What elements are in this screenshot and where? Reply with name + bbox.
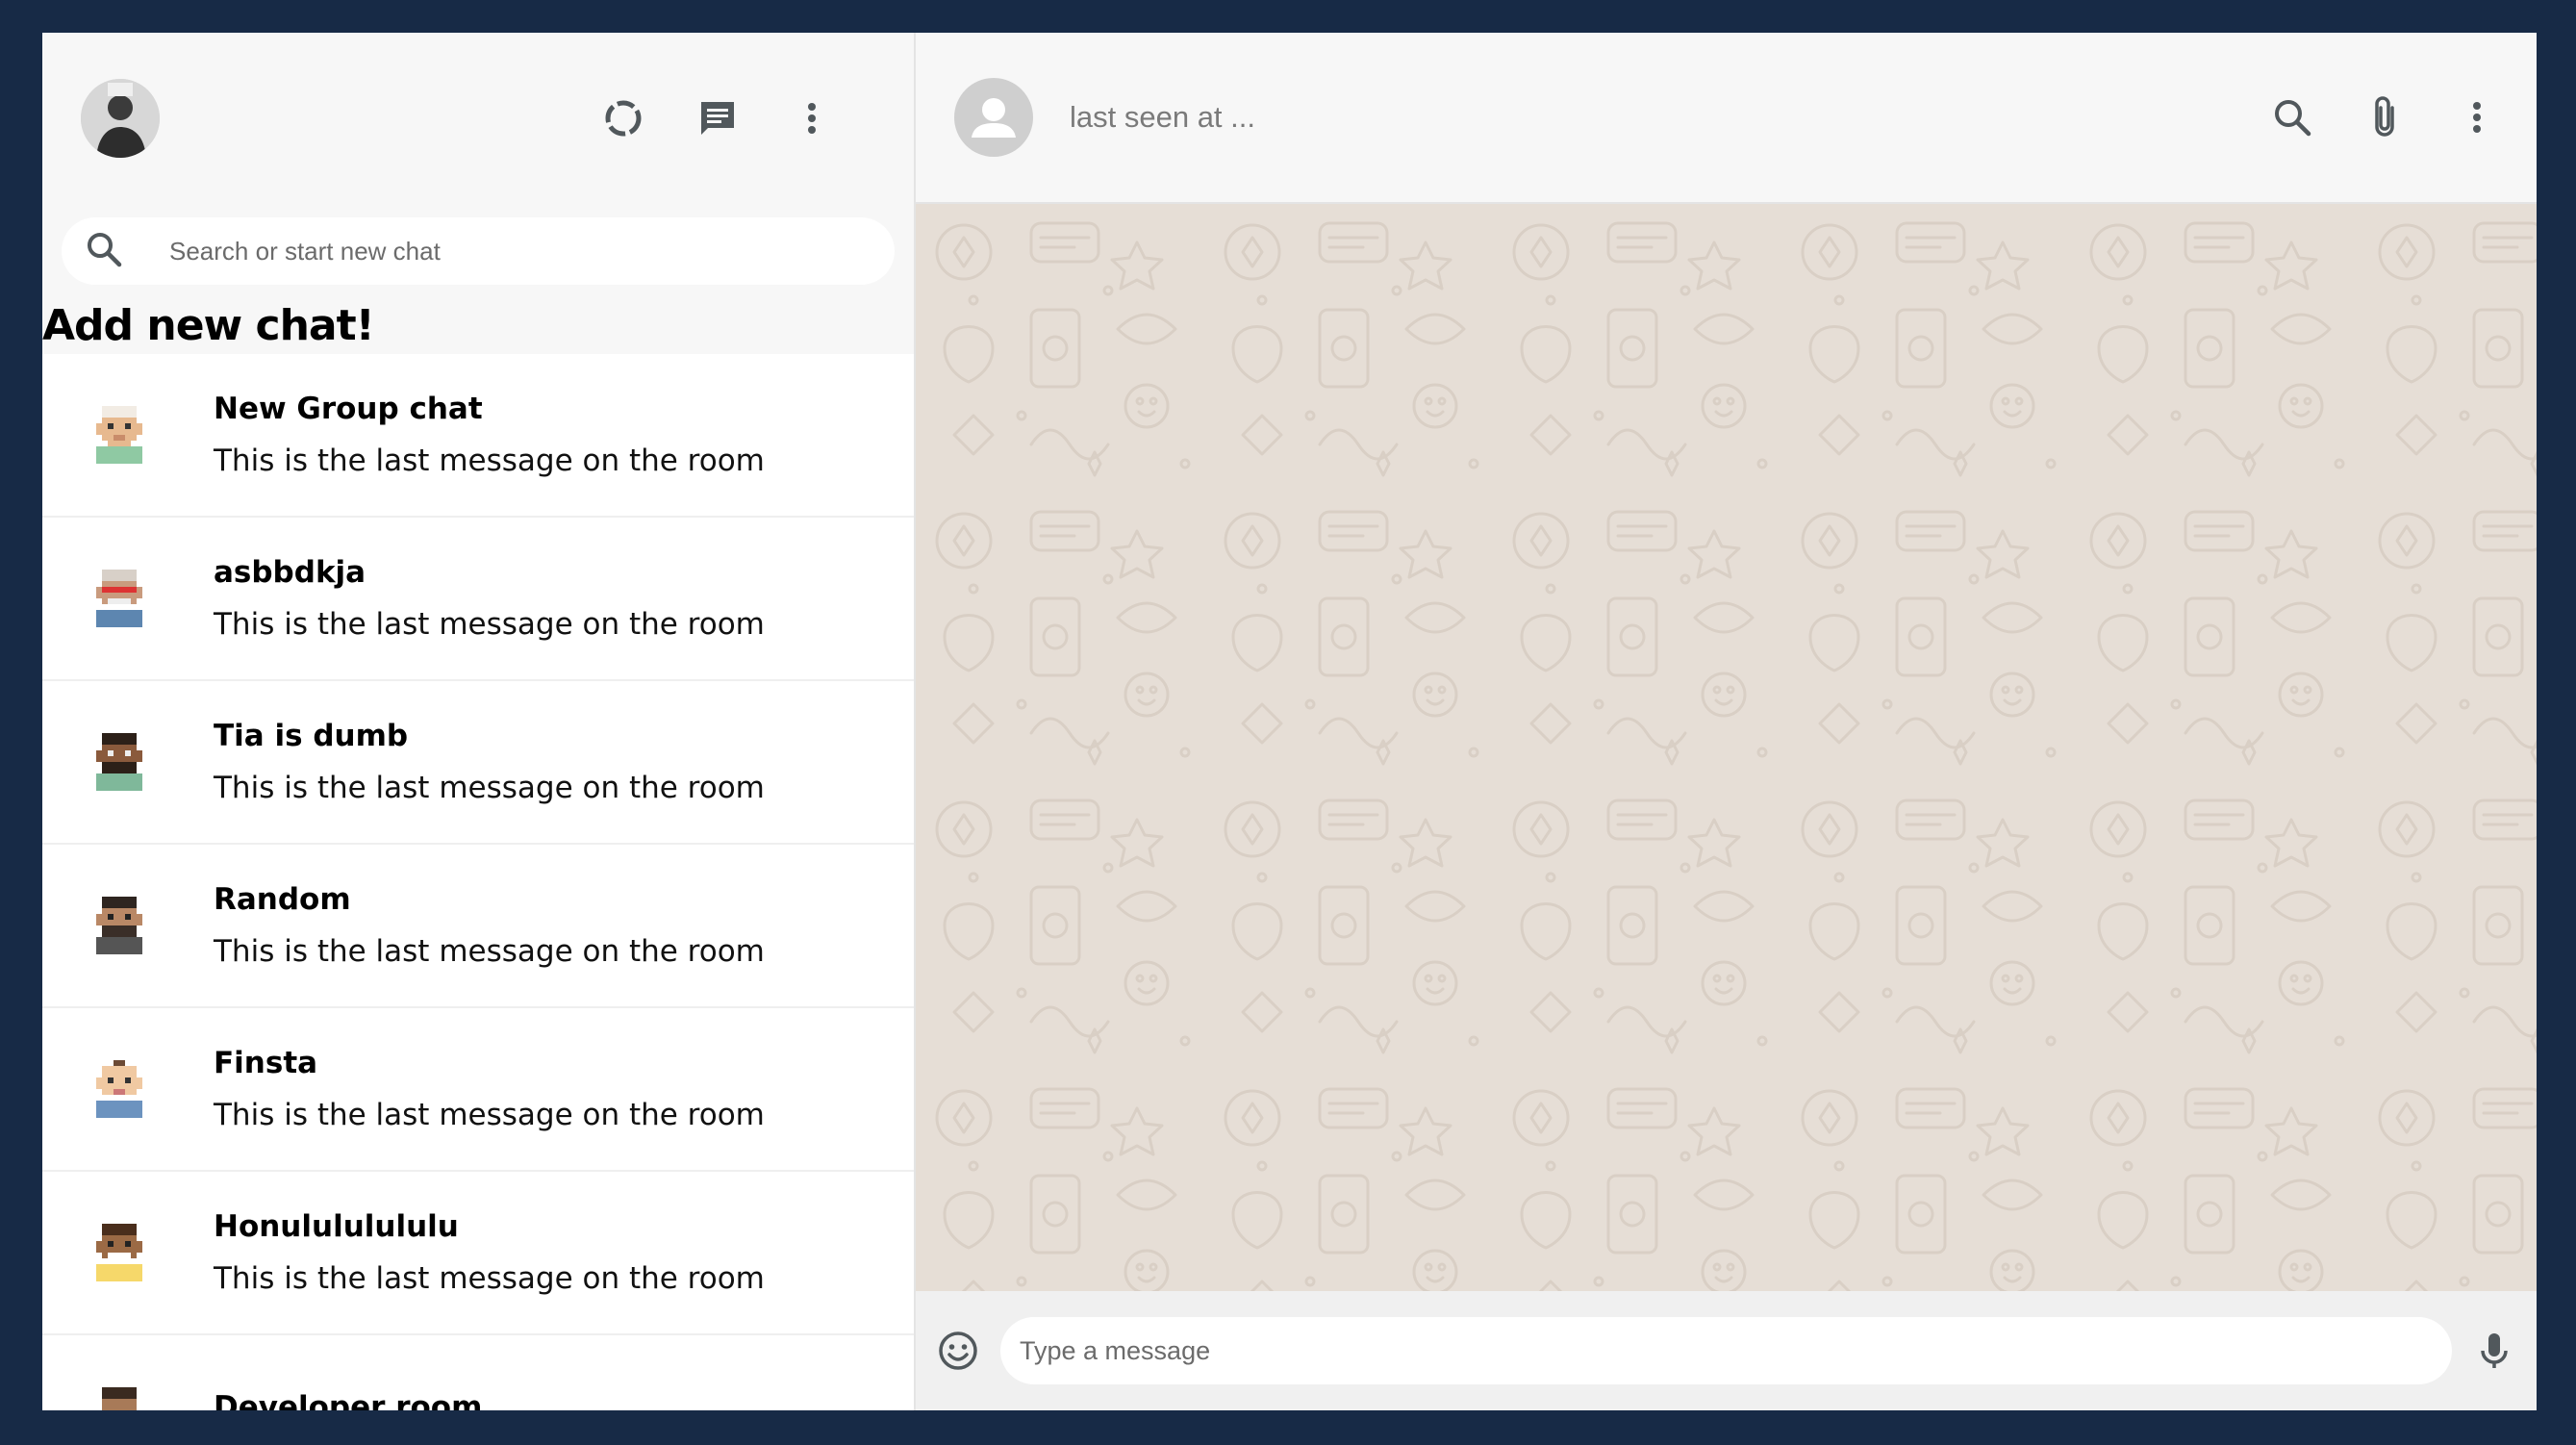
attach-icon[interactable] bbox=[2363, 96, 2406, 139]
chat-name: Random bbox=[214, 882, 351, 917]
chat-header-actions bbox=[2271, 96, 2498, 139]
search-icon bbox=[85, 230, 123, 273]
search-input[interactable] bbox=[169, 236, 871, 266]
chat-item[interactable]: Tia is dumb This is the last message on … bbox=[42, 681, 914, 845]
chat-item[interactable]: Honulululululu This is the last message … bbox=[42, 1172, 914, 1335]
add-new-chat-button[interactable]: Add new chat! bbox=[42, 298, 914, 354]
avatar bbox=[96, 1060, 142, 1118]
user-avatar[interactable] bbox=[81, 79, 160, 158]
chat-last-message: This is the last message on the room bbox=[214, 607, 765, 642]
chat-name: Finsta bbox=[214, 1046, 318, 1080]
chat-footer bbox=[916, 1291, 2537, 1410]
emoji-icon[interactable] bbox=[937, 1330, 979, 1372]
sidebar-header bbox=[42, 33, 914, 204]
user-photo bbox=[81, 79, 160, 158]
chat-last-message: This is the last message on the room bbox=[214, 1098, 765, 1132]
message-input[interactable] bbox=[1020, 1335, 2433, 1366]
chat-name: Developer room bbox=[214, 1390, 483, 1410]
more-vert-icon[interactable] bbox=[791, 97, 833, 139]
last-seen-text: last seen at ... bbox=[1070, 100, 1255, 134]
chat-pane: last seen at ... bbox=[916, 33, 2537, 1410]
avatar bbox=[96, 733, 142, 791]
avatar bbox=[96, 406, 142, 464]
message-input-box bbox=[1000, 1317, 2452, 1384]
avatar bbox=[96, 1224, 142, 1281]
chat-last-message: This is the last message on the room bbox=[214, 934, 765, 969]
chat-last-message: This is the last message on the room bbox=[214, 444, 765, 478]
new-chat-icon[interactable] bbox=[696, 97, 739, 139]
chat-last-message: This is the last message on the room bbox=[214, 771, 765, 805]
avatar bbox=[102, 1387, 137, 1410]
chat-item[interactable]: asbbdkja This is the last message on the… bbox=[42, 518, 914, 681]
chat-name: Honulululululu bbox=[214, 1209, 459, 1244]
chat-messages-area bbox=[916, 204, 2537, 1291]
search-icon[interactable] bbox=[2271, 96, 2313, 139]
more-vert-icon[interactable] bbox=[2456, 96, 2498, 139]
chat-header: last seen at ... bbox=[916, 33, 2537, 204]
chat-header-info: last seen at ... bbox=[1070, 100, 2271, 135]
default-avatar-icon bbox=[972, 98, 1016, 138]
avatar bbox=[96, 570, 142, 627]
chat-last-message: This is the last message on the room bbox=[214, 1261, 765, 1296]
chat-item[interactable]: Finsta This is the last message on the r… bbox=[42, 1008, 914, 1172]
search-container bbox=[42, 204, 914, 298]
chat-item[interactable]: New Group chat This is the last message … bbox=[42, 354, 914, 518]
wallpaper-doodle-pattern bbox=[916, 204, 2537, 1291]
mic-icon[interactable] bbox=[2473, 1330, 2515, 1372]
status-icon[interactable] bbox=[602, 97, 644, 139]
avatar bbox=[96, 897, 142, 954]
whatsapp-clone-window: Add new chat! New Group chat This is the bbox=[42, 33, 2537, 1410]
chat-item[interactable]: Developer room bbox=[42, 1335, 914, 1410]
contact-avatar[interactable] bbox=[954, 78, 1033, 157]
chat-name: New Group chat bbox=[214, 392, 483, 426]
chat-name: Tia is dumb bbox=[214, 719, 409, 753]
sidebar: Add new chat! New Group chat This is the bbox=[42, 33, 916, 1410]
chat-item[interactable]: Random This is the last message on the r… bbox=[42, 845, 914, 1008]
chat-name: asbbdkja bbox=[214, 555, 366, 590]
chat-list: New Group chat This is the last message … bbox=[42, 354, 914, 1410]
sidebar-header-actions bbox=[602, 97, 875, 139]
search-bar bbox=[62, 217, 895, 285]
